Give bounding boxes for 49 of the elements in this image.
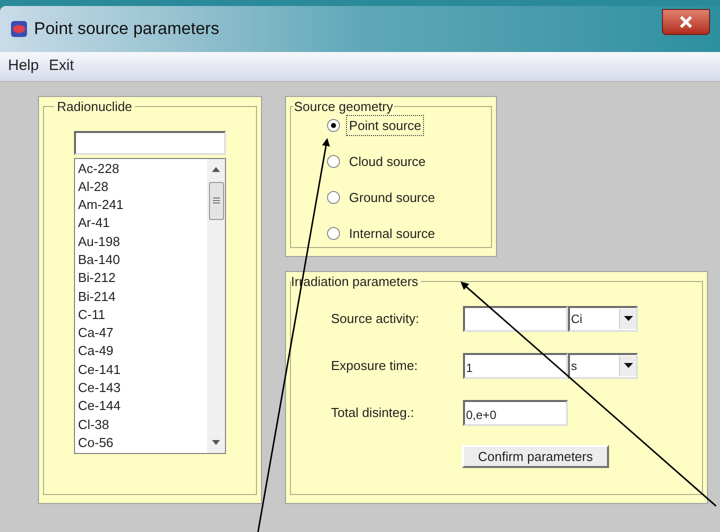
list-item[interactable]: Bi-214 bbox=[78, 288, 116, 306]
list-item[interactable]: Al-28 bbox=[78, 178, 108, 196]
input-field[interactable]: 1 bbox=[463, 352, 568, 378]
scroll-thumb[interactable] bbox=[208, 182, 224, 220]
grip-icon bbox=[212, 197, 220, 204]
list-item[interactable]: Am-241 bbox=[78, 196, 124, 214]
unit-dropdown[interactable]: Ci bbox=[568, 306, 638, 332]
radio-label[interactable]: Ground source bbox=[346, 186, 438, 208]
list-item[interactable]: Co-56 bbox=[78, 434, 114, 452]
app-icon bbox=[10, 20, 28, 38]
dropdown-arrow-icon bbox=[624, 316, 632, 321]
field-label: Exposure time: bbox=[331, 356, 419, 375]
radio-label[interactable]: Cloud source bbox=[346, 150, 429, 172]
list-item[interactable]: Bi-212 bbox=[78, 269, 116, 288]
panel-title: Source geometry bbox=[293, 98, 394, 116]
list-item[interactable]: Ce-144 bbox=[78, 397, 121, 416]
list-item[interactable]: C-11 bbox=[78, 306, 106, 324]
field-label: Total disinteg.: bbox=[331, 404, 416, 422]
scrollbar[interactable] bbox=[207, 158, 225, 452]
input-field[interactable]: 0,e+0 bbox=[463, 400, 568, 426]
window-title: Point source parameters bbox=[34, 18, 220, 40]
list-item[interactable]: Au-198 bbox=[78, 232, 120, 251]
close-icon bbox=[679, 16, 693, 28]
menu-item[interactable]: Help bbox=[8, 55, 39, 78]
list-item[interactable]: Ce-141 bbox=[78, 360, 121, 380]
panel-title: Radionuclide bbox=[56, 98, 134, 116]
scroll-up-icon bbox=[212, 166, 220, 172]
radio-button[interactable] bbox=[327, 191, 340, 204]
radio-label[interactable]: Internal source bbox=[346, 222, 438, 244]
confirm-button[interactable]: Confirm parameters bbox=[462, 444, 609, 468]
list-item[interactable]: Ca-47 bbox=[78, 324, 114, 342]
list-item[interactable]: Ce-143 bbox=[78, 379, 121, 398]
unit-dropdown[interactable]: s bbox=[568, 352, 638, 378]
list-item[interactable]: Ac-228 bbox=[78, 160, 120, 178]
field-label: Source activity: bbox=[331, 310, 420, 328]
list-item[interactable]: Ca-49 bbox=[78, 342, 114, 361]
radio-label[interactable]: Point source bbox=[346, 114, 424, 136]
list-item[interactable]: Ar-41 bbox=[78, 214, 110, 233]
dropdown-arrow-icon bbox=[624, 363, 632, 368]
input-field[interactable] bbox=[463, 306, 568, 332]
filter-field[interactable] bbox=[74, 130, 226, 154]
radio-button[interactable] bbox=[327, 119, 340, 132]
close-button[interactable] bbox=[662, 9, 710, 35]
scroll-down-icon bbox=[212, 440, 220, 444]
list-item[interactable]: Cl-38 bbox=[78, 416, 110, 434]
radio-button[interactable] bbox=[327, 227, 340, 240]
menu-item[interactable]: Exit bbox=[48, 55, 74, 78]
radio-button[interactable] bbox=[327, 155, 340, 168]
list-item[interactable]: Ba-140 bbox=[78, 250, 120, 270]
